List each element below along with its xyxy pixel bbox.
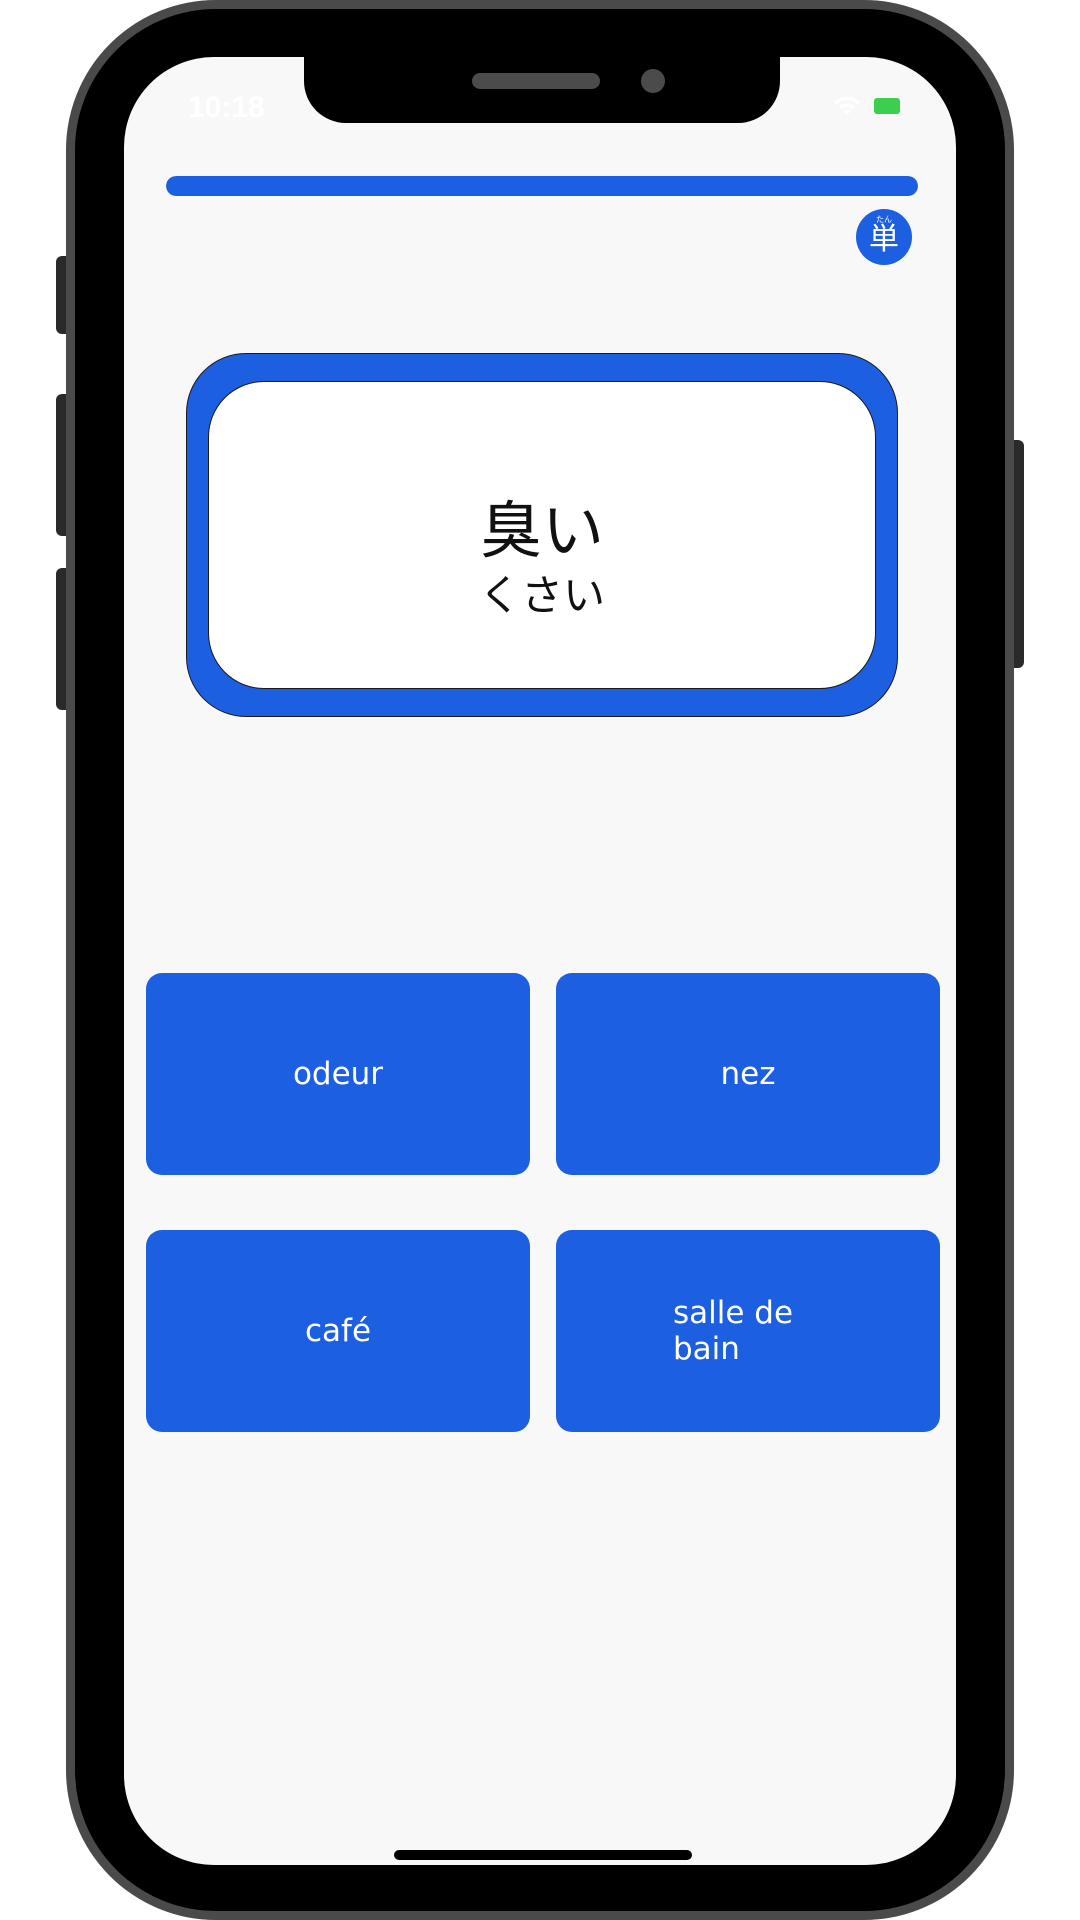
answer-button-1[interactable]: odeur bbox=[146, 973, 530, 1175]
device-canvas: 10:18 たん 単 臭い くさい odeur nez café salle d… bbox=[0, 0, 1080, 1920]
battery-icon bbox=[874, 98, 900, 114]
badge-kanji: 単 bbox=[869, 222, 899, 257]
app-screen: 10:18 たん 単 臭い くさい odeur nez café salle d… bbox=[124, 57, 956, 1865]
speaker-grille bbox=[472, 73, 600, 89]
home-indicator[interactable] bbox=[394, 1850, 692, 1860]
answer-button-2[interactable]: nez bbox=[556, 973, 940, 1175]
answer-label: café bbox=[304, 1313, 372, 1349]
progress-bar-fill bbox=[166, 176, 918, 196]
answer-label: odeur bbox=[292, 1056, 384, 1092]
flashcard: 臭い くさい bbox=[208, 381, 876, 689]
status-time: 10:18 bbox=[188, 91, 265, 124]
wifi-icon bbox=[834, 96, 860, 115]
flashcard-word: 臭い bbox=[479, 494, 604, 567]
status-icons bbox=[832, 95, 900, 117]
answer-button-3[interactable]: café bbox=[146, 1230, 530, 1432]
answer-label: nez bbox=[720, 1056, 776, 1092]
front-camera bbox=[641, 69, 665, 93]
notch bbox=[304, 57, 780, 123]
answer-label: salle de bain bbox=[673, 1295, 794, 1367]
vocabulary-mode-badge[interactable]: たん 単 bbox=[856, 209, 912, 265]
answer-button-4[interactable]: salle de bain bbox=[556, 1230, 940, 1432]
flashcard-reading: くさい bbox=[478, 571, 605, 620]
progress-bar bbox=[166, 176, 918, 196]
